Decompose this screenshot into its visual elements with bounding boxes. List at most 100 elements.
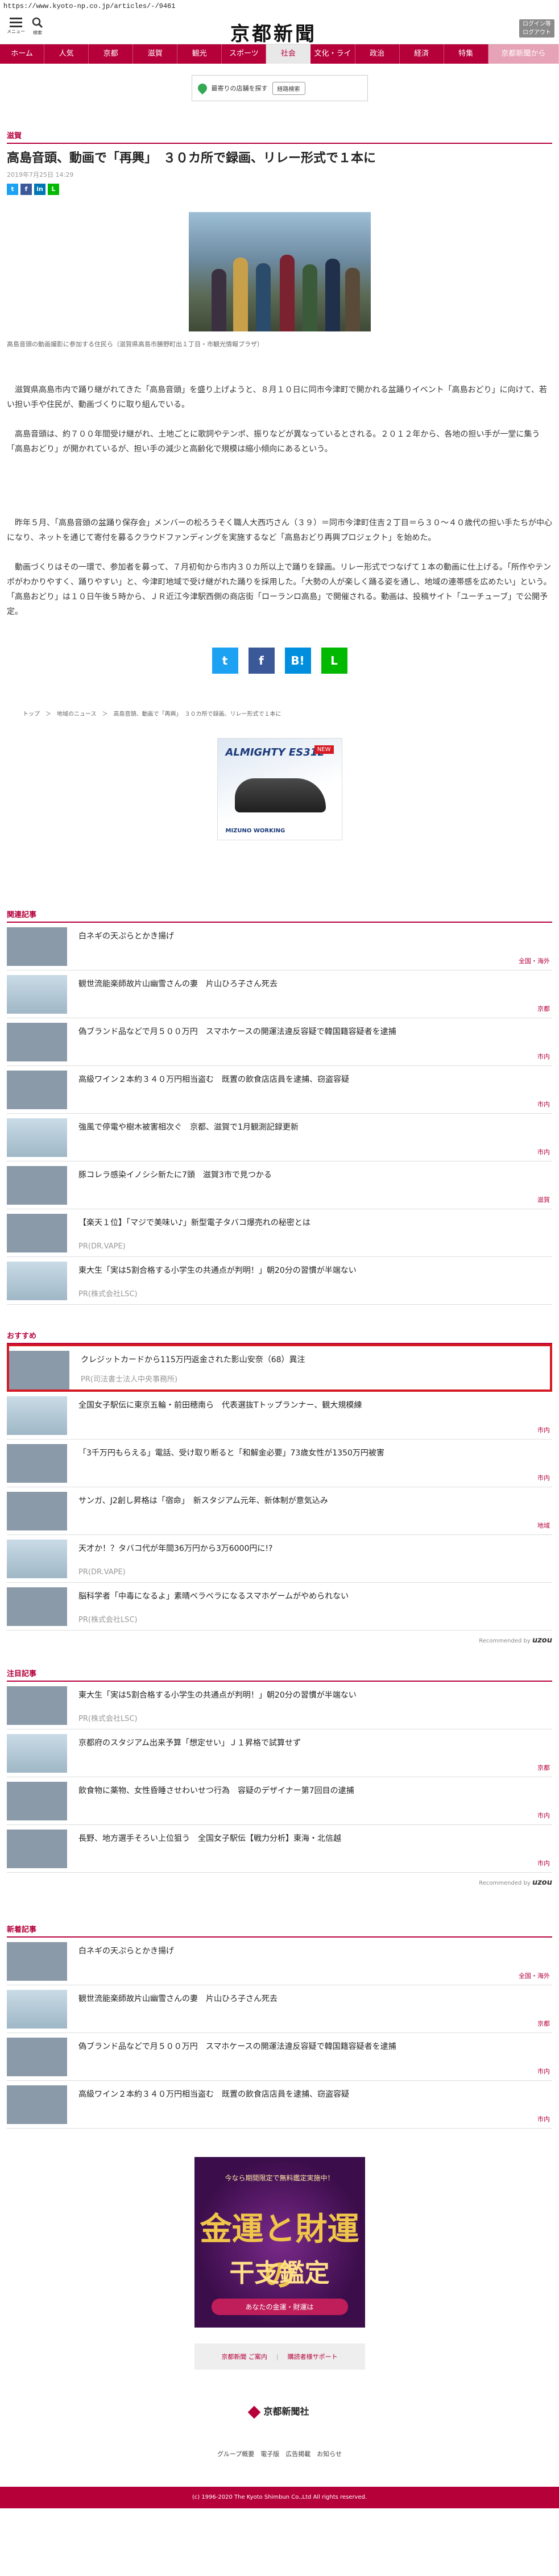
list-item[interactable]: 東大生「実は5割合格する小学生の共通点が判明！」朝20分の習慣が半端ない PR(株… xyxy=(7,1682,552,1729)
list-item[interactable]: 強風で停電や樹木被害相次ぐ 京都、滋賀で1月観測記録更新 市内 xyxy=(7,1114,552,1162)
list-item-category: 京都 xyxy=(537,1764,550,1772)
list-item[interactable]: 【楽天１位】「マジで美味い♪」新型電子タバコ爆売れの秘密とは PR(DR.VAPE… xyxy=(7,1209,552,1257)
article-thumbnail xyxy=(7,1118,67,1157)
nav-kyoto[interactable]: 京都 xyxy=(89,44,134,64)
nav-popular[interactable]: 人気 xyxy=(44,44,89,64)
article-thumbnail xyxy=(7,975,67,1014)
nav-culture[interactable]: 文化・ライフ xyxy=(310,44,355,77)
list-item-title: 全国女子駅伝に東京五輪・前田穂南ら 代表選抜Tトップランナー、観大規模練 xyxy=(78,1401,362,1410)
breadcrumb[interactable]: トップ ＞ 地域のニュース ＞ 高島音頭、動画で「再興」 ３０カ所で録画、リレー… xyxy=(23,709,536,717)
search-button[interactable]: 検索 xyxy=(27,17,48,36)
list-item-title: 白ネギの天ぷらとかき揚げ xyxy=(78,1947,174,1956)
footer-links: 京都新聞 ご案内 | 購読者様サポート xyxy=(194,2343,365,2370)
site-logo[interactable]: 京都新聞 xyxy=(230,18,317,46)
list-item[interactable]: クレジットカードから115万円返金された影山安奈（68）異注 PR(司法書士法人中… xyxy=(7,1344,552,1392)
share-bar-large: t f B! L xyxy=(0,648,559,674)
list-item[interactable]: 高級ワイン２本約３４０万円相当盗む 既置の飲食店店員を逮捕、窃盗容疑市内 xyxy=(7,2081,552,2129)
list-item-title: 豚コレラ感染イノシシ新たに7頭 滋賀3市で見つかる xyxy=(78,1171,272,1180)
footer-link-support[interactable]: 購読者様サポート xyxy=(288,2352,338,2361)
facebook-icon[interactable]: f xyxy=(20,184,32,195)
nav-home[interactable]: ホーム xyxy=(0,44,45,64)
list-item-category: 全国・海外 xyxy=(519,1972,550,1980)
recommend-list: クレジットカードから115万円返金された影山安奈（68）異注 PR(司法書士法人中… xyxy=(0,1344,559,1631)
nav-economy[interactable]: 経済 xyxy=(400,44,444,64)
shoe-ad-maker: MIZUNO WORKING xyxy=(225,828,285,834)
list-item[interactable]: 「3千万円もらえる」電話、受け取り断ると「和解金必要」73歳女性が1350万円被… xyxy=(7,1440,552,1487)
line-icon[interactable]: L xyxy=(48,184,59,195)
list-item[interactable]: 偽ブランド品などで月５００万円 スマホケースの開運法違反容疑で韓国籍容疑者を逮捕… xyxy=(7,2033,552,2081)
article-headline: 高島音頭、動画で「再興」 ３０カ所で録画、リレー形式で１本に xyxy=(7,151,376,165)
fortune-ad-line2: 干支鑑定 xyxy=(229,2259,330,2288)
article-thumbnail xyxy=(7,1686,67,1725)
list-item-title: 観世流能楽師故片山幽雪さんの妻 片山ひろ子さん死去 xyxy=(78,1994,278,2003)
list-item-category: 市内 xyxy=(537,1474,550,1482)
nav-politics[interactable]: 政治 xyxy=(355,44,400,64)
login-button[interactable]: ログイン等 ログアウト xyxy=(519,19,554,38)
menu-label: メニュー xyxy=(7,29,25,34)
list-item-category: 地域 xyxy=(537,1522,550,1529)
list-item-title: 観世流能楽師故片山幽雪さんの妻 片山ひろ子さん死去 xyxy=(78,980,278,989)
article-thumbnail xyxy=(7,1492,67,1530)
nav-from-kyoto-np[interactable]: 京都新聞から xyxy=(488,44,559,64)
list-item-source: PR(株式会社LSC) xyxy=(78,1715,138,1723)
list-item[interactable]: 高級ワイン２本約３４０万円相当盗む 既置の飲食店店員を逮捕、窃盗容疑 市内 xyxy=(7,1066,552,1114)
nav-sports[interactable]: スポーツ xyxy=(222,44,267,64)
list-item[interactable]: 天才か！？タバコ代が年間36万円から3万6000円に!? PR(DR.VAPE) xyxy=(7,1535,552,1583)
article-category[interactable]: 滋賀 xyxy=(7,130,552,144)
facebook-icon[interactable]: f xyxy=(248,648,275,674)
fortune-ad[interactable]: 今なら期間限定で無料鑑定実施中！ 金運と財運の 干支鑑定 あなたの金運・財運は xyxy=(194,2157,365,2328)
recommended-by[interactable]: Recommended by uzou xyxy=(7,1636,552,1645)
list-item-category: 市内 xyxy=(537,1860,550,1867)
list-item[interactable]: 飲食物に薬物、女性昏睡させわいせつ行為 容疑のデザイナー第7回目の逮捕 市内 xyxy=(7,1777,552,1825)
list-item-category: 京都 xyxy=(537,1005,550,1013)
nav-features[interactable]: 特集 xyxy=(444,44,488,64)
list-item-category: 京都 xyxy=(537,2020,550,2027)
list-item-title: クレジットカードから115万円返金された影山安奈（68）異注 xyxy=(81,1355,305,1364)
line-icon[interactable]: L xyxy=(321,648,347,674)
list-item[interactable]: 東大生「実は5割合格する小学生の共通点が判明！」朝20分の習慣が半端ない PR(株… xyxy=(7,1257,552,1305)
article-thumbnail xyxy=(7,927,67,966)
list-item-title: 高級ワイン２本約３４０万円相当盗む 既置の飲食店店員を逮捕、窃盗容疑 xyxy=(78,2090,349,2099)
list-item[interactable]: 脳科学者「中毒になるよ」素晴ベラベラになるスマホゲームがやめられない PR(株式会… xyxy=(7,1583,552,1631)
linkedin-icon[interactable]: in xyxy=(34,184,45,195)
footer-brand[interactable]: 京都新聞社 xyxy=(0,2404,559,2419)
article-photo[interactable] xyxy=(188,212,371,331)
newest-list: 白ネギの天ぷらとかき揚げ全国・海外観世流能楽師故片山幽雪さんの妻 片山ひろ子さん… xyxy=(0,1938,559,2129)
nav-tourism[interactable]: 観光 xyxy=(177,44,222,64)
footer-nav[interactable]: グループ概要 電子版 広告掲載 お知らせ xyxy=(0,2449,559,2458)
list-item-source: PR(司法書士法人中央事務所) xyxy=(81,1375,178,1384)
list-item[interactable]: 全国女子駅伝に東京五輪・前田穂南ら 代表選抜Tトップランナー、観大規模練 市内 xyxy=(7,1392,552,1440)
list-item-category: 市内 xyxy=(537,2115,550,2123)
article-thumbnail xyxy=(7,2038,67,2076)
list-item-title: 京都府のスタジアム出来予算「想定せい」Ｊ１昇格で試算せず xyxy=(78,1739,301,1748)
hamburger-icon xyxy=(10,18,22,27)
article-thumbnail xyxy=(7,1444,67,1483)
map-ad-button[interactable]: 経路検索 xyxy=(272,81,305,95)
twitter-icon[interactable]: t xyxy=(212,648,238,674)
uzou-logo: uzou xyxy=(532,1878,552,1887)
twitter-icon[interactable]: t xyxy=(7,184,18,195)
list-item[interactable]: 白ネギの天ぷらとかき揚げ全国・海外 xyxy=(7,1938,552,1985)
list-item[interactable]: 豚コレラ感染イノシシ新たに7頭 滋賀3市で見つかる 滋賀 xyxy=(7,1162,552,1209)
list-item[interactable]: 京都府のスタジアム出来予算「想定せい」Ｊ１昇格で試算せず京都 xyxy=(7,1729,552,1777)
footer-link-guide[interactable]: 京都新聞 ご案内 xyxy=(221,2352,267,2361)
list-item[interactable]: サンガ、J2創し昇格は「宿命」 新スタジアム元年、新体制が意気込み 地域 xyxy=(7,1487,552,1535)
uzou-logo: uzou xyxy=(532,1636,552,1645)
list-item[interactable]: 観世流能楽師故片山幽雪さんの妻 片山ひろ子さん死去京都 xyxy=(7,970,552,1018)
url-bar[interactable]: https://www.kyoto-np.co.jp/articles/-/94… xyxy=(0,0,559,13)
list-item-title: 脳科学者「中毒になるよ」素晴ベラベラになるスマホゲームがやめられない xyxy=(78,1592,349,1601)
list-item[interactable]: 偽ブランド品などで月５００万円 スマホケースの開運法違反容疑で韓国籍容疑者を逮捕… xyxy=(7,1018,552,1066)
shoe-ad[interactable]: ALMIGHTY ES31L NEW MIZUNO WORKING xyxy=(217,738,342,840)
nav-society[interactable]: 社会 xyxy=(266,44,311,64)
recommended-by[interactable]: Recommended by uzou xyxy=(7,1878,552,1887)
newest-heading: 新着記事 xyxy=(7,1923,552,1938)
nav-shiga[interactable]: 滋賀 xyxy=(133,44,178,64)
hatena-icon[interactable]: B! xyxy=(284,648,311,674)
list-item-category: 全国・海外 xyxy=(519,957,550,965)
map-ad[interactable]: 最寄りの店舗を探す 経路検索 xyxy=(191,75,368,101)
list-item[interactable]: 白ネギの天ぷらとかき揚げ 全国・海外 xyxy=(7,923,552,970)
menu-button[interactable]: メニュー xyxy=(6,17,26,35)
list-item[interactable]: 観世流能楽師故片山幽雪さんの妻 片山ひろ子さん死去京都 xyxy=(7,1985,552,2033)
article-thumbnail xyxy=(7,1540,67,1578)
list-item[interactable]: 長野、地方選手そろい上位狙う 全国女子駅伝【戦力分析】東海・北信越 市内 xyxy=(7,1825,552,1873)
